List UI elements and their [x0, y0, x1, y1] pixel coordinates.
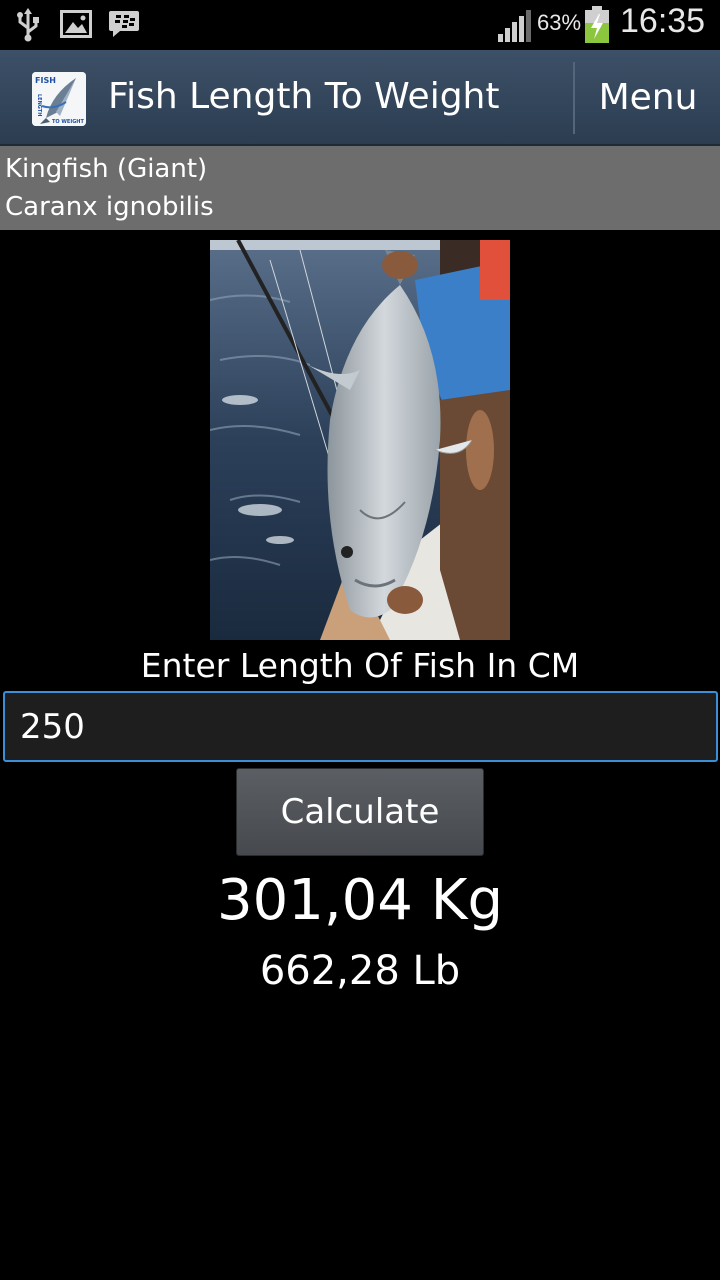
battery-charging-icon: [585, 6, 609, 43]
gallery-icon: [60, 10, 92, 38]
svg-text:LENGTH: LENGTH: [36, 94, 42, 116]
result-kg: 301,04 Kg: [216, 868, 503, 933]
bbm-icon: [109, 11, 139, 37]
svg-text:FISH: FISH: [35, 76, 56, 85]
species-common-name: Kingfish (Giant): [5, 154, 208, 184]
fish-logo-icon: FISH TO WEIGHT LENGTH: [32, 72, 86, 126]
calculate-button[interactable]: Calculate: [236, 768, 484, 856]
svg-text:TO WEIGHT: TO WEIGHT: [52, 119, 84, 125]
signal-icon: [498, 10, 531, 42]
clock: 16:35: [620, 2, 706, 40]
app-title: Fish Length To Weight: [108, 76, 500, 117]
status-bar: 63% 16:35: [0, 0, 720, 50]
battery-percent: 63%: [537, 10, 582, 35]
usb-icon: [17, 8, 39, 42]
result-lb: 662,28 Lb: [259, 948, 461, 994]
species-latin-name: Caranx ignobilis: [5, 192, 214, 222]
action-bar: FISH TO WEIGHT LENGTH Fish Length To Wei…: [0, 50, 720, 146]
species-panel: Kingfish (Giant) Caranx ignobilis: [0, 146, 720, 230]
app-logo[interactable]: FISH TO WEIGHT LENGTH: [32, 72, 86, 126]
length-label: Enter Length Of Fish In CM: [140, 646, 580, 685]
fish-photo: [210, 240, 510, 640]
menu-button[interactable]: Menu: [576, 50, 720, 146]
length-input[interactable]: [3, 691, 718, 762]
menu-divider: [573, 62, 575, 134]
